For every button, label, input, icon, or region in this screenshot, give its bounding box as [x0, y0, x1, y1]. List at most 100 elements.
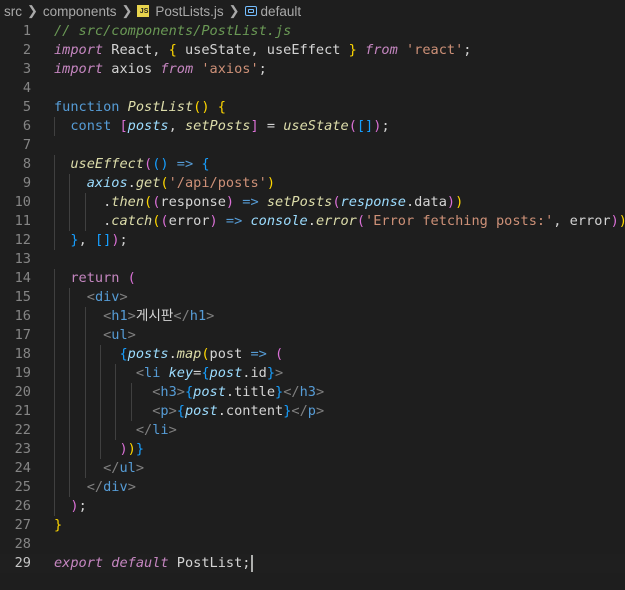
code-token: } — [70, 232, 79, 248]
code-line[interactable]: 18 {posts.map(post => ( — [0, 345, 625, 364]
code-line[interactable]: 20 <h3>{post.title}</h3> — [0, 383, 625, 402]
indent-guide — [69, 440, 71, 459]
code-content: useEffect(() => { — [31, 155, 210, 174]
code-line[interactable]: 21 <p>{post.content}</p> — [0, 402, 625, 421]
code-token: catch — [111, 213, 153, 229]
breadcrumb-file-label: PostLists.js — [155, 3, 224, 19]
code-token: useState, useEffect — [176, 42, 349, 58]
code-line[interactable]: 11 .catch((error) => console.error('Erro… — [0, 212, 625, 231]
code-token: ( — [201, 346, 210, 362]
code-token: , — [168, 118, 185, 134]
code-token: ; — [381, 118, 390, 134]
indent-guide — [115, 364, 117, 383]
code-token: </ — [135, 422, 153, 438]
code-token: ) — [209, 213, 218, 229]
code-token: .title — [225, 384, 276, 400]
code-content: <h3>{post.title}</h3> — [31, 383, 324, 402]
code-token: } — [54, 517, 63, 533]
code-token: posts — [127, 346, 169, 362]
code-line[interactable]: 23 ))} — [0, 440, 625, 459]
code-line[interactable]: 8 useEffect(() => { — [0, 155, 625, 174]
code-token: axios — [86, 175, 128, 191]
code-token: setPosts — [184, 118, 251, 134]
breadcrumb-symbol[interactable]: default — [244, 4, 301, 19]
line-number: 20 — [14, 384, 31, 400]
code-token: </ — [173, 308, 190, 324]
code-editor[interactable]: 1// src/components/PostList.js 2 import Re… — [0, 22, 625, 573]
code-token: h1 — [111, 308, 128, 324]
code-line[interactable]: 6 const [posts, setPosts] = useState([])… — [0, 117, 625, 136]
line-number: 28 — [14, 536, 31, 552]
indent-guide — [69, 478, 71, 497]
indent-guide — [54, 231, 55, 250]
code-line[interactable]: 26 ); — [0, 497, 625, 516]
code-token: ( — [144, 156, 153, 172]
code-line[interactable]: 27} — [0, 516, 625, 535]
code-token: console — [250, 213, 308, 229]
chevron-right-icon: ❯ — [121, 3, 133, 18]
code-content: function PostList() { — [31, 98, 226, 117]
code-token: > — [206, 308, 215, 324]
code-line[interactable]: 9 axios.get('/api/posts') — [0, 174, 625, 193]
breadcrumb-folder-src[interactable]: src — [4, 4, 22, 19]
line-number: 9 — [22, 175, 31, 191]
code-token: then — [111, 194, 145, 210]
code-line[interactable]: 12 }, []); — [0, 231, 625, 250]
code-line[interactable]: 3 import axios from 'axios'; — [0, 60, 625, 79]
code-token: post — [184, 403, 218, 419]
breadcrumb-folder-components[interactable]: components — [43, 4, 117, 19]
code-line[interactable]: 13 — [0, 250, 625, 269]
code-line[interactable]: 16 <h1>게시판</h1> — [0, 307, 625, 326]
line-number: 8 — [22, 156, 31, 172]
code-line[interactable]: 14 return ( — [0, 269, 625, 288]
code-token: } — [275, 384, 284, 400]
code-line[interactable]: 2 import React, { useState, useEffect } f… — [0, 41, 625, 60]
code-line[interactable]: 25 </div> — [0, 478, 625, 497]
code-content — [31, 250, 54, 269]
code-line[interactable]: 5 function PostList() { — [0, 98, 625, 117]
code-line[interactable]: 24 </ul> — [0, 459, 625, 478]
breadcrumb-file[interactable]: JS PostLists.js — [137, 3, 224, 19]
code-token: } — [348, 42, 357, 58]
code-line[interactable]: 22 </li> — [0, 421, 625, 440]
code-line[interactable]: 28 — [0, 535, 625, 554]
code-token: => — [225, 213, 243, 229]
code-token: setPosts — [266, 194, 333, 210]
code-line[interactable]: 4 — [0, 79, 625, 98]
line-number: 22 — [14, 422, 31, 438]
code-token: > — [176, 384, 185, 400]
code-token: error — [315, 213, 357, 229]
indent-guide — [115, 383, 117, 402]
code-line[interactable]: 19 <li key={post.id}> — [0, 364, 625, 383]
code-token: ( — [160, 213, 169, 229]
code-token: ( — [160, 175, 169, 191]
code-line[interactable]: 1 // src/components/PostList.js — [0, 22, 625, 41]
code-content: return ( — [31, 269, 136, 288]
indent-guide — [54, 193, 55, 212]
line-number: 12 — [14, 232, 31, 248]
code-line[interactable]: 10 .then((response) => setPosts(response… — [0, 193, 625, 212]
code-token: ; — [258, 61, 267, 77]
indent-guide — [69, 174, 71, 193]
code-line[interactable]: 15 <div> — [0, 288, 625, 307]
indent-guide — [69, 402, 71, 421]
text-cursor — [251, 554, 254, 572]
code-token: ( — [127, 270, 136, 286]
code-token: . — [168, 346, 177, 362]
code-token: [] — [356, 118, 374, 134]
code-token: import — [54, 42, 104, 58]
code-token: li — [144, 365, 161, 381]
code-token: => — [250, 346, 267, 362]
indent-guide — [54, 459, 55, 478]
line-number: 14 — [14, 270, 31, 286]
code-line[interactable]: 17 <ul> — [0, 326, 625, 345]
code-line[interactable]: 29 export default PostList; — [0, 554, 625, 573]
code-token: ) — [119, 441, 128, 457]
indent-guide — [99, 421, 101, 440]
code-line[interactable]: 7 — [0, 136, 625, 155]
